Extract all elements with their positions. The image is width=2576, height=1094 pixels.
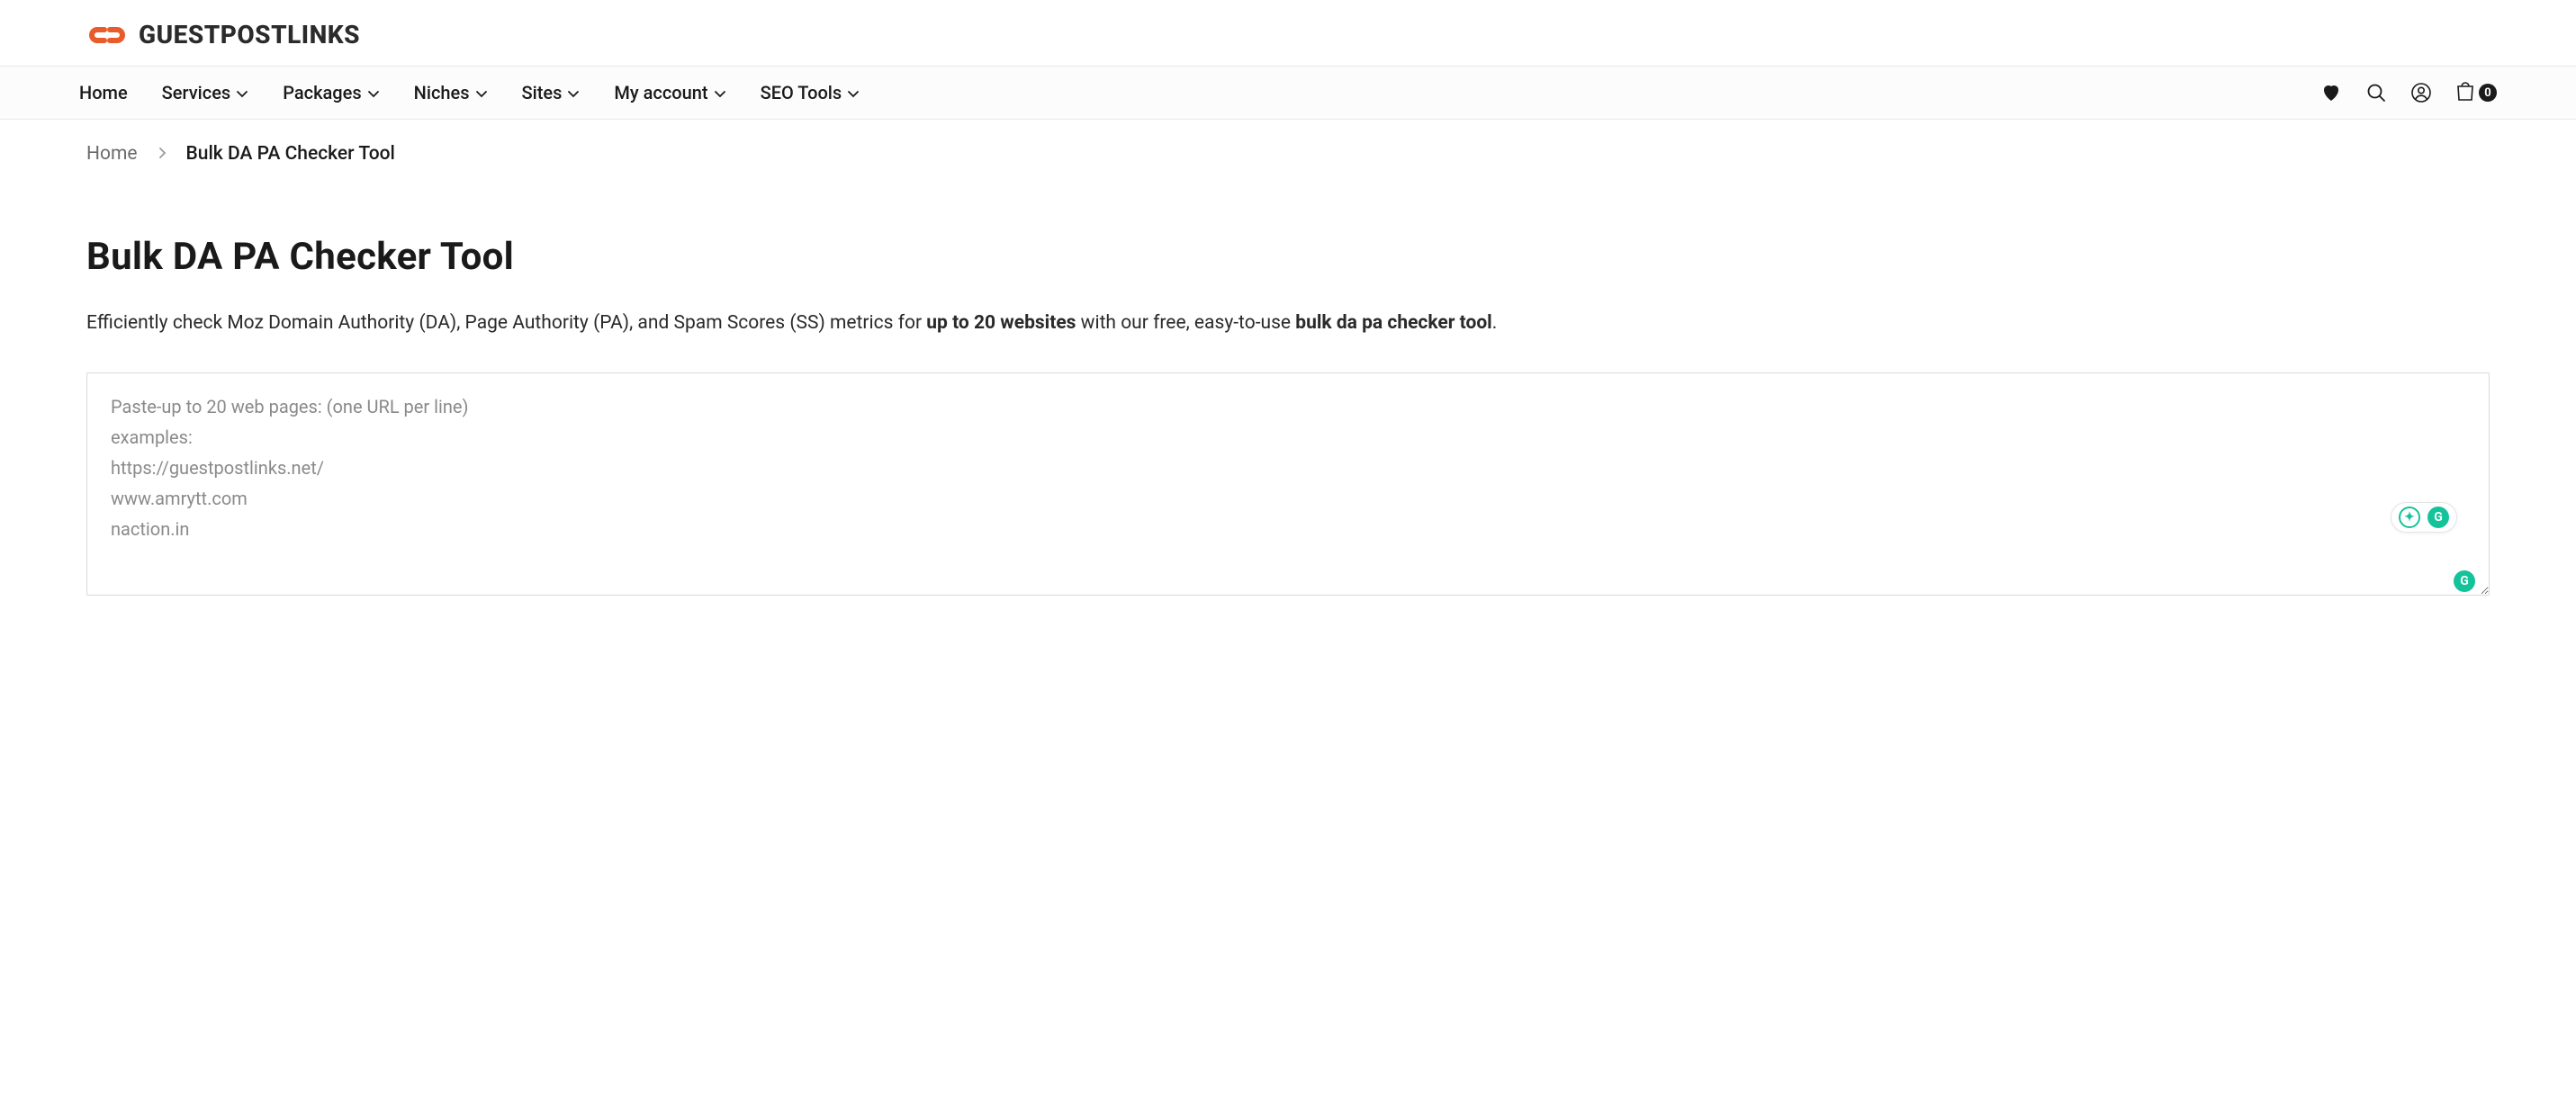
chevron-down-icon (847, 83, 860, 104)
intro-bold: up to 20 websites (926, 312, 1076, 334)
intro-segment: Efficiently check Moz Domain Authority (… (86, 312, 926, 334)
breadcrumb: Home Bulk DA PA Checker Tool (0, 120, 2576, 165)
nav-label: Sites (522, 82, 563, 103)
cart-count-badge: 0 (2479, 84, 2497, 102)
chevron-down-icon (714, 83, 726, 104)
nav-services[interactable]: Services (162, 81, 249, 104)
nav-label: Packages (283, 82, 361, 103)
brand-name: GUESTPOSTLINKS (139, 20, 360, 49)
chevron-down-icon (475, 83, 488, 104)
link-chain-icon (86, 23, 128, 47)
nav-label: Niches (414, 82, 470, 103)
nav-packages[interactable]: Packages (283, 81, 379, 104)
grammarly-badge-icon: G (2427, 507, 2449, 528)
nav-label: Home (79, 82, 128, 103)
breadcrumb-home[interactable]: Home (86, 143, 138, 165)
nav-sites[interactable]: Sites (522, 81, 581, 104)
nav-niches[interactable]: Niches (414, 81, 488, 104)
chevron-down-icon (367, 83, 380, 104)
search-icon[interactable] (2365, 82, 2387, 103)
chevron-down-icon (567, 83, 580, 104)
nav-label: My account (614, 82, 707, 103)
nav-seo-tools[interactable]: SEO Tools (761, 81, 860, 104)
intro-segment: with our free, easy-to-use (1076, 312, 1295, 334)
grammarly-widget[interactable]: ✦ G (2391, 502, 2457, 533)
cart-button[interactable]: 0 (2455, 80, 2497, 105)
nav-home[interactable]: Home (79, 82, 128, 103)
account-icon[interactable] (2410, 82, 2432, 103)
grammarly-corner-icon[interactable]: G (2454, 570, 2475, 592)
intro-segment: . (1492, 312, 1498, 334)
intro-text: Efficiently check Moz Domain Authority (… (86, 308, 2490, 340)
intro-bold: bulk da pa checker tool (1295, 312, 1491, 334)
nav-label: Services (162, 82, 231, 103)
breadcrumb-current: Bulk DA PA Checker Tool (186, 143, 395, 165)
shopping-bag-icon (2455, 80, 2475, 105)
nav-my-account[interactable]: My account (614, 81, 725, 104)
wishlist-heart-icon[interactable] (2320, 82, 2342, 103)
chevron-down-icon (236, 83, 248, 104)
main-nav: Home Services Packages Niches Sites (0, 66, 2576, 120)
nav-label: SEO Tools (761, 82, 842, 103)
chevron-right-icon (158, 143, 167, 165)
page-title: Bulk DA PA Checker Tool (86, 235, 2490, 279)
grammarly-suggestion-icon: ✦ (2399, 507, 2420, 528)
brand-logo[interactable]: GUESTPOSTLINKS (86, 20, 360, 49)
url-input-textarea[interactable] (86, 372, 2490, 596)
